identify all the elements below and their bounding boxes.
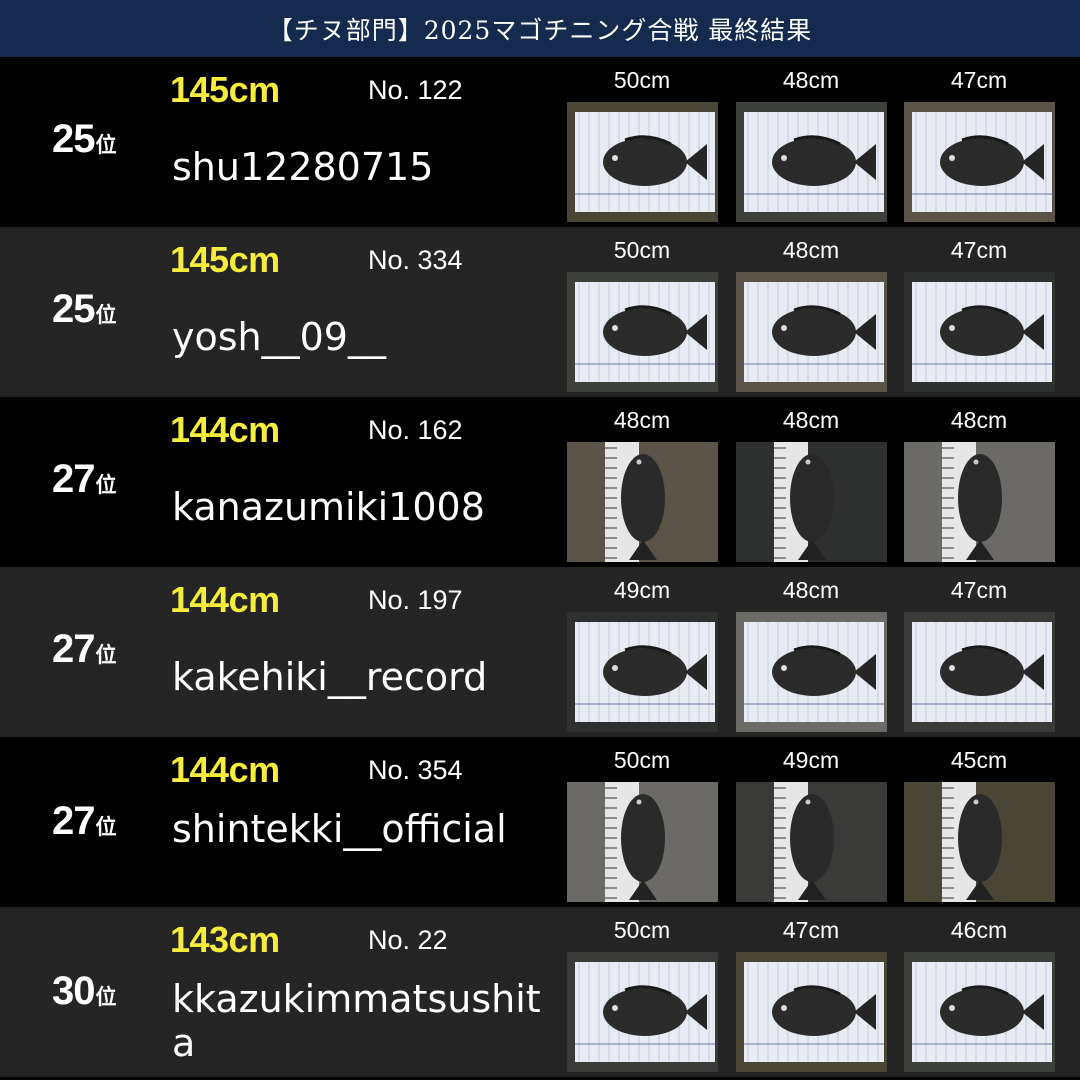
fish-photo[interactable]	[904, 442, 1055, 562]
fish-photo[interactable]	[567, 952, 718, 1072]
total-length: 145cm	[170, 239, 280, 280]
fish-size-label: 47cm	[950, 577, 1008, 603]
fish-photo[interactable]	[904, 272, 1055, 392]
results-title: 【チヌ部門】2025マゴチニング合戦 最終結果	[267, 15, 813, 45]
results-header: 【チヌ部門】2025マゴチニング合戦 最終結果	[0, 0, 1080, 57]
fish-size-label: 49cm	[782, 747, 840, 773]
fish-photo[interactable]	[567, 782, 718, 902]
fish-size-label: 48cm	[950, 407, 1008, 433]
entry-number: No. 122	[368, 75, 463, 105]
entry-number: No. 22	[368, 925, 448, 955]
result-row: 25 位 145cm No. 122 shu12280715 50cm 48cm 47cm	[0, 57, 1080, 227]
username: kakehiki__record	[172, 655, 488, 699]
fish-photo[interactable]	[904, 612, 1055, 732]
fish-photo[interactable]	[567, 272, 718, 392]
rank-number: 25	[52, 287, 95, 331]
fish-size-label: 48cm	[782, 407, 840, 433]
fish-size-label: 48cm	[613, 407, 671, 433]
rank: 30 位	[52, 969, 117, 1014]
rank-suffix: 位	[95, 985, 117, 1009]
rank: 25 位	[52, 117, 117, 162]
rank-suffix: 位	[95, 815, 117, 839]
rank-number: 25	[52, 117, 95, 161]
total-length: 144cm	[170, 749, 280, 790]
fish-photo[interactable]	[904, 782, 1055, 902]
total-length: 145cm	[170, 69, 280, 110]
fish-photo[interactable]	[736, 102, 887, 222]
fish-photo[interactable]	[736, 952, 887, 1072]
fish-size-label: 49cm	[613, 577, 671, 603]
rank-suffix: 位	[95, 643, 117, 667]
fish-size-label: 47cm	[950, 237, 1008, 263]
fish-size-label: 47cm	[782, 917, 840, 943]
rank-number: 27	[52, 799, 95, 843]
total-length: 143cm	[170, 919, 280, 960]
fish-size-label: 50cm	[613, 237, 671, 263]
fish-photo[interactable]	[904, 102, 1055, 222]
fish-size-label: 50cm	[613, 917, 671, 943]
total-length: 144cm	[170, 409, 280, 450]
result-row: 27 位 144cm No. 354 shintekki__official 50cm 49…	[0, 737, 1080, 907]
rank-suffix: 位	[95, 473, 117, 497]
fish-size-label: 48cm	[782, 237, 840, 263]
fish-photo[interactable]	[736, 272, 887, 392]
rank-number: 27	[52, 457, 95, 501]
fish-photo[interactable]	[904, 952, 1055, 1072]
rank-suffix: 位	[95, 303, 117, 327]
entry-number: No. 162	[368, 415, 463, 445]
result-row: 25 位 145cm No. 334 yosh__09__ 50cm 48cm 47cm	[0, 227, 1080, 397]
rank: 27 位	[52, 627, 117, 672]
result-row: 27 位 144cm No. 197 kakehiki__record 49cm 48cm 4…	[0, 567, 1080, 737]
rank-suffix: 位	[95, 133, 117, 157]
rank-number: 30	[52, 969, 95, 1013]
fish-photo[interactable]	[567, 442, 718, 562]
entry-number: No. 334	[368, 245, 463, 275]
fish-size-label: 48cm	[782, 67, 840, 93]
username: yosh__09__	[172, 315, 386, 359]
fish-size-label: 48cm	[782, 577, 840, 603]
username: shintekki__official	[172, 807, 507, 851]
username: kkazukimmatsushita	[172, 977, 541, 1065]
result-row: 30 位 143cm No. 22 kkazukimmatsushita 50cm 47cm…	[0, 907, 1080, 1077]
rank-number: 27	[52, 627, 95, 671]
fish-photo[interactable]	[567, 612, 718, 732]
result-row: 27 位 144cm No. 162 kanazumiki1008 48cm 48cm 48c…	[0, 397, 1080, 567]
fish-photo[interactable]	[736, 782, 887, 902]
fish-size-label: 46cm	[950, 917, 1008, 943]
fish-photo[interactable]	[736, 442, 887, 562]
entry-number: No. 354	[368, 755, 463, 785]
fish-photo[interactable]	[567, 102, 718, 222]
fish-size-label: 45cm	[950, 747, 1008, 773]
rank: 27 位	[52, 457, 117, 502]
rank: 25 位	[52, 287, 117, 332]
rank: 27 位	[52, 799, 117, 844]
total-length: 144cm	[170, 579, 280, 620]
fish-size-label: 50cm	[613, 67, 671, 93]
username: shu12280715	[172, 145, 434, 189]
fish-photo[interactable]	[736, 612, 887, 732]
entry-number: No. 197	[368, 585, 463, 615]
fish-size-label: 47cm	[950, 67, 1008, 93]
fish-size-label: 50cm	[613, 747, 671, 773]
username: kanazumiki1008	[172, 485, 485, 529]
